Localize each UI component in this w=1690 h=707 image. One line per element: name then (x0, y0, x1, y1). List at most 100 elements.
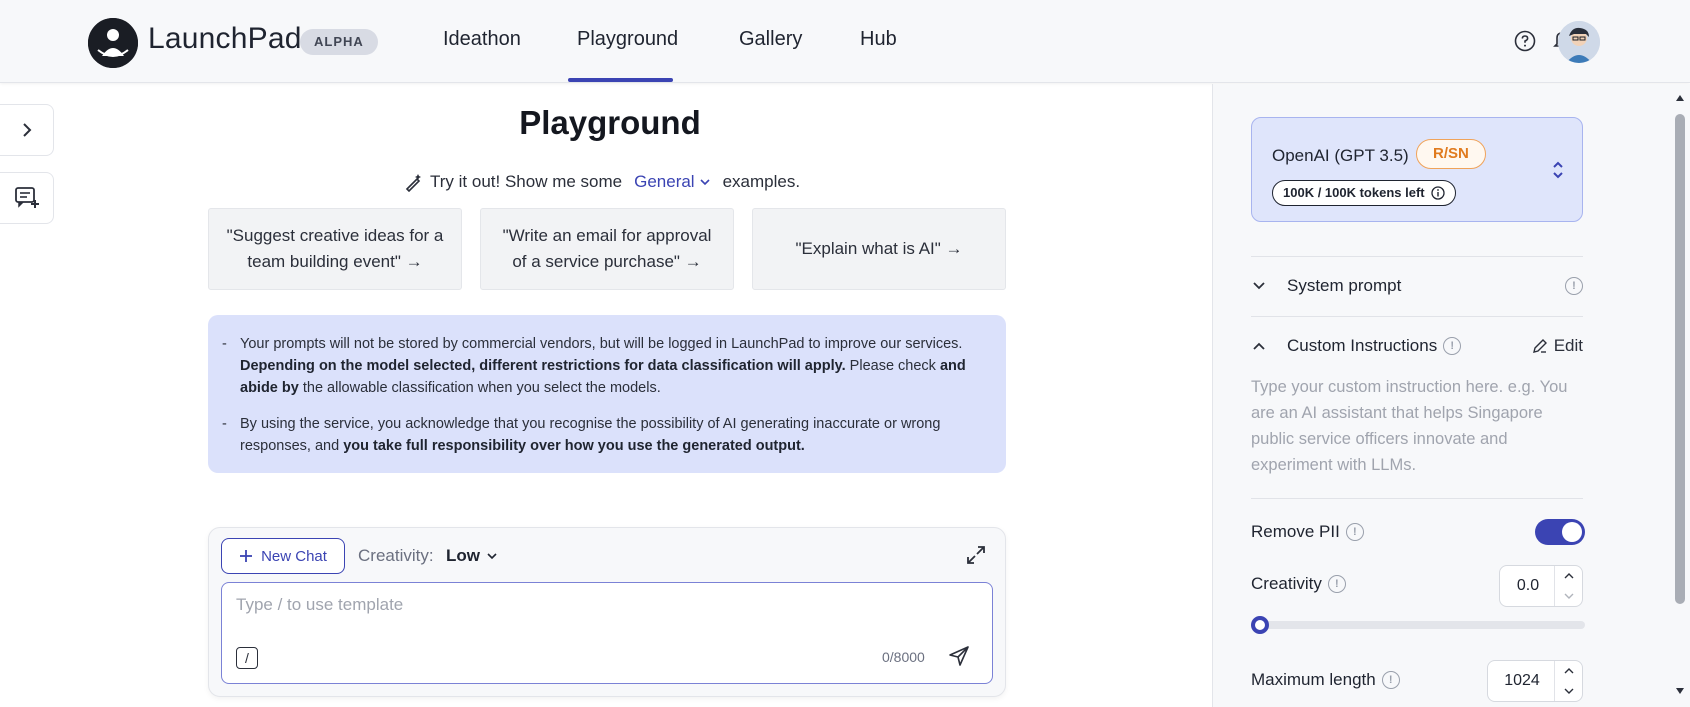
settings-panel: OpenAI (GPT 3.5) R/SN 100K / 100K tokens… (1212, 84, 1678, 707)
chevron-down-icon (700, 179, 710, 186)
template-slash-button[interactable]: / (236, 647, 258, 669)
toggle-knob (1562, 522, 1582, 542)
prompt-input-container: / 0/8000 (221, 582, 993, 684)
example-text: "Write an email for approval of a servic… (502, 226, 712, 271)
token-balance-badge: 100K / 100K tokens left (1272, 180, 1456, 206)
top-navbar: LaunchPad ALPHA Ideathon Playground Gall… (0, 0, 1690, 83)
info-icon[interactable]: ! (1345, 523, 1364, 541)
new-chat-label: New Chat (261, 547, 327, 565)
remove-pii-row: Remove PII ! (1251, 517, 1531, 547)
token-balance: 100K / 100K tokens left (1283, 185, 1425, 200)
creativity-setting-label: Creativity (1251, 574, 1322, 593)
example-card-email[interactable]: "Write an email for approval of a servic… (480, 208, 734, 290)
try-suffix: examples. (722, 172, 801, 191)
nav-playground[interactable]: Playground (577, 28, 678, 51)
launchpad-logo[interactable] (88, 18, 138, 68)
scroll-up-arrow-icon[interactable] (1675, 94, 1685, 102)
nav-hub[interactable]: Hub (860, 28, 897, 51)
custom-instructions-label: Custom Instructions (1287, 336, 1438, 355)
chevron-down-icon (1253, 282, 1265, 290)
increment-arrow-icon[interactable] (1555, 566, 1582, 586)
creativity-stepper (1499, 565, 1583, 607)
creativity-value: Low (446, 546, 480, 565)
divider (1251, 498, 1583, 499)
max-length-stepper (1487, 660, 1583, 702)
chat-add-icon (14, 187, 39, 208)
page-title: Playground (519, 104, 701, 141)
info-icon[interactable]: ! (1443, 337, 1462, 355)
category-dropdown[interactable]: General (634, 172, 710, 192)
creativity-slider-thumb[interactable] (1251, 616, 1269, 634)
notice-text: the allowable classification when you se… (302, 380, 661, 396)
remove-pii-toggle[interactable] (1535, 519, 1585, 545)
decrement-arrow-icon[interactable] (1555, 586, 1582, 606)
divider (1251, 256, 1583, 257)
example-card-explain-ai[interactable]: "Explain what is AI" → (752, 208, 1006, 290)
help-circle-icon[interactable] (1514, 30, 1536, 52)
example-text: "Suggest creative ideas for a team build… (226, 226, 444, 271)
nav-gallery[interactable]: Gallery (739, 28, 802, 51)
notice-bold: Depending on the model selected, differe… (240, 358, 846, 374)
chevron-down-icon (487, 553, 497, 560)
max-length-label: Maximum length (1251, 670, 1376, 689)
example-text: "Explain what is AI" → (795, 239, 963, 258)
edit-pencil-icon (1532, 339, 1547, 353)
creativity-input[interactable] (1500, 566, 1556, 606)
max-length-row: Maximum length ! (1251, 665, 1471, 695)
prompt-input[interactable] (236, 595, 976, 635)
system-prompt-label: System prompt (1287, 276, 1402, 295)
notice-item: - Your prompts will not be stored by com… (222, 336, 966, 396)
chevron-up-icon (1253, 342, 1265, 350)
info-icon[interactable]: ! (1565, 277, 1583, 295)
info-icon[interactable]: ! (1327, 575, 1346, 593)
scroll-down-arrow-icon[interactable] (1675, 687, 1685, 695)
model-selector[interactable]: OpenAI (GPT 3.5) R/SN 100K / 100K tokens… (1251, 117, 1583, 222)
chat-composer: New Chat Creativity: Low / 0/8000 (208, 527, 1006, 697)
category-value: General (634, 172, 695, 191)
divider (1251, 316, 1583, 317)
increment-arrow-icon[interactable] (1555, 661, 1582, 681)
chevron-up-down-icon (1550, 160, 1566, 180)
nav-ideathon[interactable]: Ideathon (443, 28, 521, 51)
example-card-team-building[interactable]: "Suggest creative ideas for a team build… (208, 208, 462, 290)
edit-button[interactable]: Edit (1532, 336, 1583, 356)
alpha-badge: ALPHA (300, 29, 378, 55)
new-conversation-button[interactable] (0, 172, 54, 224)
decrement-arrow-icon[interactable] (1555, 681, 1582, 701)
notice-bold: you take full responsibility over how yo… (343, 438, 805, 454)
custom-instructions-header[interactable]: Custom Instructions ! Edit (1251, 331, 1583, 361)
brand-name: LaunchPad (148, 22, 302, 55)
creativity-dropdown[interactable]: Low (446, 546, 498, 566)
chevron-right-icon (22, 123, 31, 137)
custom-instructions-placeholder[interactable]: Type your custom instruction here. e.g. … (1251, 374, 1571, 478)
notice-item: - By using the service, you acknowledge … (222, 416, 941, 454)
info-icon[interactable] (1430, 186, 1445, 200)
creativity-row: Creativity ! (1251, 569, 1471, 599)
remove-pii-label: Remove PII (1251, 522, 1340, 541)
notice-text: Please check (849, 358, 936, 374)
creativity-slider-track[interactable] (1265, 621, 1585, 629)
creativity-label: Creativity: (358, 546, 434, 565)
model-name: OpenAI (GPT 3.5) (1272, 146, 1409, 165)
system-prompt-toggle[interactable]: System prompt ! (1251, 271, 1583, 301)
nav-active-indicator (568, 78, 673, 82)
send-icon[interactable] (948, 645, 970, 667)
panel-scrollbar[interactable] (1670, 84, 1690, 707)
scrollbar-thumb[interactable] (1675, 114, 1685, 604)
magic-wand-icon (405, 174, 421, 192)
user-avatar[interactable] (1558, 21, 1600, 63)
expand-icon[interactable] (965, 544, 987, 566)
app-window: LaunchPad ALPHA Ideathon Playground Gall… (0, 0, 1690, 707)
edit-label: Edit (1553, 336, 1583, 355)
expand-sidebar-button[interactable] (0, 104, 54, 156)
character-counter: 0/8000 (882, 649, 925, 665)
try-prefix: Try it out! Show me some (430, 172, 623, 191)
max-length-input[interactable] (1488, 661, 1556, 701)
info-icon[interactable]: ! (1381, 671, 1400, 689)
classification-badge: R/SN (1416, 139, 1486, 169)
disclaimer-notice: - Your prompts will not be stored by com… (208, 315, 1006, 473)
new-chat-button[interactable]: New Chat (221, 538, 345, 574)
plus-icon (240, 550, 253, 562)
notice-text: Your prompts will not be stored by comme… (240, 336, 963, 352)
try-it-row: Try it out! Show me some General example… (404, 172, 800, 192)
